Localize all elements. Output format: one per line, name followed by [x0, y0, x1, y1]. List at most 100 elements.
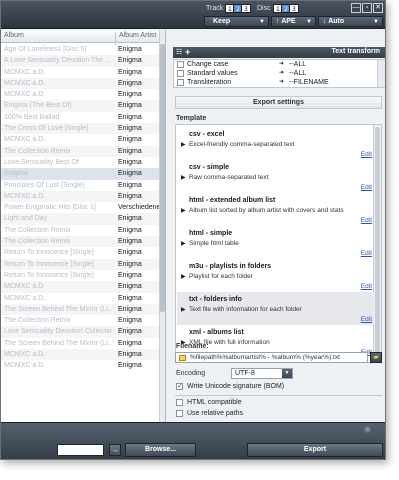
checkbox-unchecked[interactable]: [177, 70, 184, 77]
column-album-artist[interactable]: Album Artist: [119, 32, 156, 39]
table-row[interactable]: A Love Sensuality Devotion The ... Enigma: [1, 55, 160, 67]
edit-template-link[interactable]: Edit: [361, 250, 372, 257]
template-item[interactable]: csv - excel ▶ Excel-friendly comma-separat…: [177, 127, 374, 160]
restore-button[interactable]: ▫: [362, 3, 372, 13]
album-artist-cell: Enigma: [118, 147, 142, 155]
album-list[interactable]: Album Album Artist Age Of Loneliness [Di…: [1, 30, 166, 422]
list-scrollbar[interactable]: [159, 30, 165, 422]
album-cell: Age Of Loneliness [Disc 5]: [4, 46, 87, 53]
table-row[interactable]: Enigma (The Best Of) Enigma: [1, 100, 160, 112]
expand-arrow-icon[interactable]: ▶: [181, 240, 186, 247]
auto-combo[interactable]: ↓ Auto ▼: [318, 16, 383, 27]
grid-icon[interactable]: ☷: [176, 49, 182, 56]
browse-folder-button[interactable]: ▰: [370, 352, 382, 363]
table-row[interactable]: The Collection Remix Enigma: [1, 225, 160, 236]
table-row[interactable]: The Cross Of Love [Single] Enigma: [1, 123, 160, 135]
encoding-value: UTF-8: [235, 370, 255, 377]
table-row[interactable]: MCMXC a.D. Enigma: [1, 281, 160, 293]
album-artist-cell: Enigma: [118, 238, 142, 246]
add-transform-button[interactable]: +: [185, 47, 190, 57]
table-row[interactable]: 100% Best Ballad Enigma: [1, 112, 160, 123]
transform-row[interactable]: Standard values ➜ --ALL: [174, 69, 385, 78]
browse-button[interactable]: Browse...: [125, 443, 196, 457]
bottom-input[interactable]: [57, 444, 104, 456]
table-row[interactable]: MCMXC a.D. Enigma: [1, 89, 160, 100]
table-row[interactable]: Light and Day Enigma: [1, 213, 160, 225]
table-row[interactable]: Return To Innocence [Single] Enigma: [1, 247, 160, 258]
table-row[interactable]: Enigma Enigma: [1, 168, 160, 180]
table-row[interactable]: MCMXC a.D. Enigma: [1, 77, 160, 90]
template-label: Template: [176, 115, 207, 122]
table-row[interactable]: Return To Innocence [Single] Enigma: [1, 258, 160, 270]
album-cell: Love Sensuality Devotion Collection: [4, 328, 112, 336]
edit-template-link[interactable]: Edit: [361, 283, 372, 290]
checkbox-unchecked[interactable]: [177, 61, 184, 68]
table-row[interactable]: The Screen Behind The Mirror (Li... Enigm…: [1, 338, 160, 349]
expand-arrow-icon[interactable]: ▶: [181, 141, 186, 148]
app-window: Track 1 2 3 Disc 1 2 3 — ▫ ✕ Keep ▼ ↑ AP…: [0, 0, 386, 460]
template-item[interactable]: html - simple ▶ Simple html table Edit: [177, 226, 374, 259]
edit-template-link[interactable]: Edit: [361, 184, 372, 191]
album-cell: MCMXC a.D.: [4, 192, 46, 200]
table-row[interactable]: MCMXC a.D. Enigma: [1, 190, 160, 203]
album-cell: MCMXC a.D.: [4, 283, 46, 291]
table-row[interactable]: Power Enigmatic Hits [Disc 1] Verschieden…: [1, 202, 160, 213]
track-number-3[interactable]: 3: [241, 4, 251, 13]
table-row[interactable]: The Screen Behind The Mirror (Li... Enigm…: [1, 303, 160, 316]
table-row[interactable]: The Collection Remix Enigma: [1, 236, 160, 248]
edit-template-link[interactable]: Edit: [361, 151, 372, 158]
scrollbar-thumb[interactable]: [375, 127, 380, 359]
album-cell: MCMXC a.D.: [4, 136, 46, 144]
text-transform-scrollbar[interactable]: [377, 60, 385, 87]
arrow-right-icon: ➜: [279, 70, 285, 76]
checkbox-unchecked[interactable]: [176, 410, 183, 417]
export-settings-header: Export settings: [175, 96, 382, 109]
album-cell: Enigma: [4, 170, 28, 178]
table-row[interactable]: MCMXC a.D. Enigma: [1, 360, 160, 371]
edit-template-link[interactable]: Edit: [361, 217, 372, 224]
expand-arrow-icon[interactable]: ▶: [181, 273, 186, 280]
disc-number-3[interactable]: 3: [289, 4, 299, 13]
table-row[interactable]: Love Sensuality Best Of Enigma: [1, 157, 160, 168]
album-artist-cell: Enigma: [118, 317, 142, 325]
edit-template-link[interactable]: Edit: [361, 316, 372, 323]
close-button[interactable]: ✕: [373, 3, 383, 13]
album-cell: Power Enigmatic Hits [Disc 1]: [4, 204, 96, 212]
table-row[interactable]: Love Sensuality Devotion Collection Enigm…: [1, 326, 160, 338]
minimize-button[interactable]: —: [351, 3, 361, 13]
encoding-select[interactable]: UTF-8 ▼: [231, 368, 293, 379]
template-item[interactable]: csv - simple ▶ Raw comma-separated text Edi…: [177, 160, 374, 193]
album-artist-cell: Enigma: [118, 305, 142, 313]
table-row[interactable]: The Collection Remix Enigma: [1, 315, 160, 326]
checkbox-checked[interactable]: [176, 382, 183, 391]
keep-combo[interactable]: Keep ▼: [204, 16, 269, 27]
expand-arrow-icon[interactable]: ▶: [181, 306, 186, 313]
folder-icon: [179, 355, 186, 361]
transform-row[interactable]: Transliteration ➜ --FILENAME: [174, 78, 385, 87]
table-row[interactable]: The Collection Remix Enigma: [1, 145, 160, 157]
checkbox-unchecked[interactable]: [176, 399, 183, 406]
template-item[interactable]: html - extended album list ▶ Album list so…: [177, 193, 374, 226]
filename-label: Filename:: [176, 343, 209, 350]
template-item[interactable]: txt - folders info ▶ Text file with inform…: [177, 292, 374, 325]
export-button[interactable]: Export: [247, 443, 383, 457]
table-row[interactable]: Principles Of Lust (Single) Enigma: [1, 180, 160, 191]
table-row[interactable]: MCMXC a.D. Enigma: [1, 349, 160, 361]
table-row[interactable]: MCMXC a.D. Enigma: [1, 67, 160, 78]
ape-combo[interactable]: ↑ APE ▼: [271, 16, 316, 27]
checkbox-unchecked[interactable]: [177, 79, 184, 86]
filename-input[interactable]: %filepath%%albumartist% - %album% (%year…: [175, 352, 368, 363]
table-row[interactable]: Age Of Loneliness [Disc 5] Enigma: [1, 44, 160, 55]
template-item[interactable]: m3u - playlists in folders ▶ Playlist for …: [177, 259, 374, 292]
transform-row[interactable]: Change case ➜ --ALL: [174, 60, 385, 69]
template-scrollbar[interactable]: [373, 125, 381, 362]
album-artist-cell: Verschiedene: [118, 204, 160, 212]
expand-arrow-icon[interactable]: ▶: [181, 207, 186, 214]
table-row[interactable]: MCMXC a.D. Enigma: [1, 293, 160, 304]
table-row[interactable]: Return To Innocence [Single] Enigma: [1, 270, 160, 281]
column-album[interactable]: Album: [4, 32, 24, 39]
expand-arrow-icon[interactable]: ▶: [181, 174, 186, 181]
go-button[interactable]: →: [109, 444, 121, 456]
table-row[interactable]: MCMXC a.D. Enigma: [1, 134, 160, 145]
scrollbar-thumb[interactable]: [160, 44, 165, 312]
